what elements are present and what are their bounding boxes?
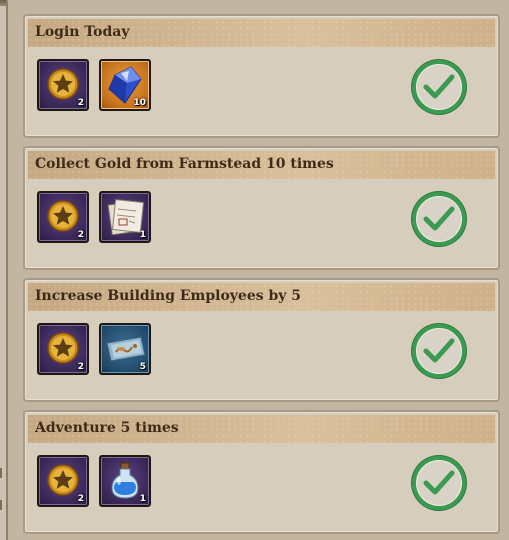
reward-count: 1 bbox=[139, 494, 146, 504]
edge-tick bbox=[0, 500, 2, 510]
completed-check-icon bbox=[412, 324, 466, 378]
task-header: Adventure 5 times bbox=[28, 415, 495, 443]
task-header: Collect Gold from Farmstead 10 times bbox=[28, 151, 495, 179]
reward-slot-star-coin[interactable]: 2 bbox=[37, 191, 89, 243]
task-title: Adventure 5 times bbox=[35, 420, 179, 436]
reward-count: 2 bbox=[77, 362, 84, 372]
task-card-collect-gold: Collect Gold from Farmstead 10 times 2 1 bbox=[23, 146, 500, 270]
reward-slot-map[interactable]: 5 bbox=[99, 323, 151, 375]
reward-slot-crystal[interactable]: 10 bbox=[99, 59, 151, 111]
task-title: Increase Building Employees by 5 bbox=[35, 288, 302, 304]
reward-slot-potion[interactable]: 1 bbox=[99, 455, 151, 507]
reward-count: 1 bbox=[139, 230, 146, 240]
task-title: Collect Gold from Farmstead 10 times bbox=[35, 156, 334, 172]
reward-count: 2 bbox=[77, 230, 84, 240]
reward-count: 2 bbox=[77, 98, 84, 108]
reward-slot-star-coin[interactable]: 2 bbox=[37, 59, 89, 111]
reward-count: 2 bbox=[77, 494, 84, 504]
task-header: Login Today bbox=[28, 19, 495, 47]
task-card-building-employees: Increase Building Employees by 5 2 5 bbox=[23, 278, 500, 402]
edge-tick bbox=[0, 468, 2, 478]
reward-count: 10 bbox=[133, 98, 146, 108]
task-card-adventure: Adventure 5 times 2 1 bbox=[23, 410, 500, 534]
task-header: Increase Building Employees by 5 bbox=[28, 283, 495, 311]
task-title: Login Today bbox=[35, 24, 130, 40]
reward-slot-star-coin[interactable]: 2 bbox=[37, 455, 89, 507]
reward-slot-star-coin[interactable]: 2 bbox=[37, 323, 89, 375]
reward-slot-blueprint[interactable]: 1 bbox=[99, 191, 151, 243]
task-card-login-today: Login Today 2 10 bbox=[23, 14, 500, 138]
reward-count: 5 bbox=[139, 362, 146, 372]
completed-check-icon bbox=[412, 456, 466, 510]
completed-check-icon bbox=[412, 60, 466, 114]
completed-check-icon bbox=[412, 192, 466, 246]
